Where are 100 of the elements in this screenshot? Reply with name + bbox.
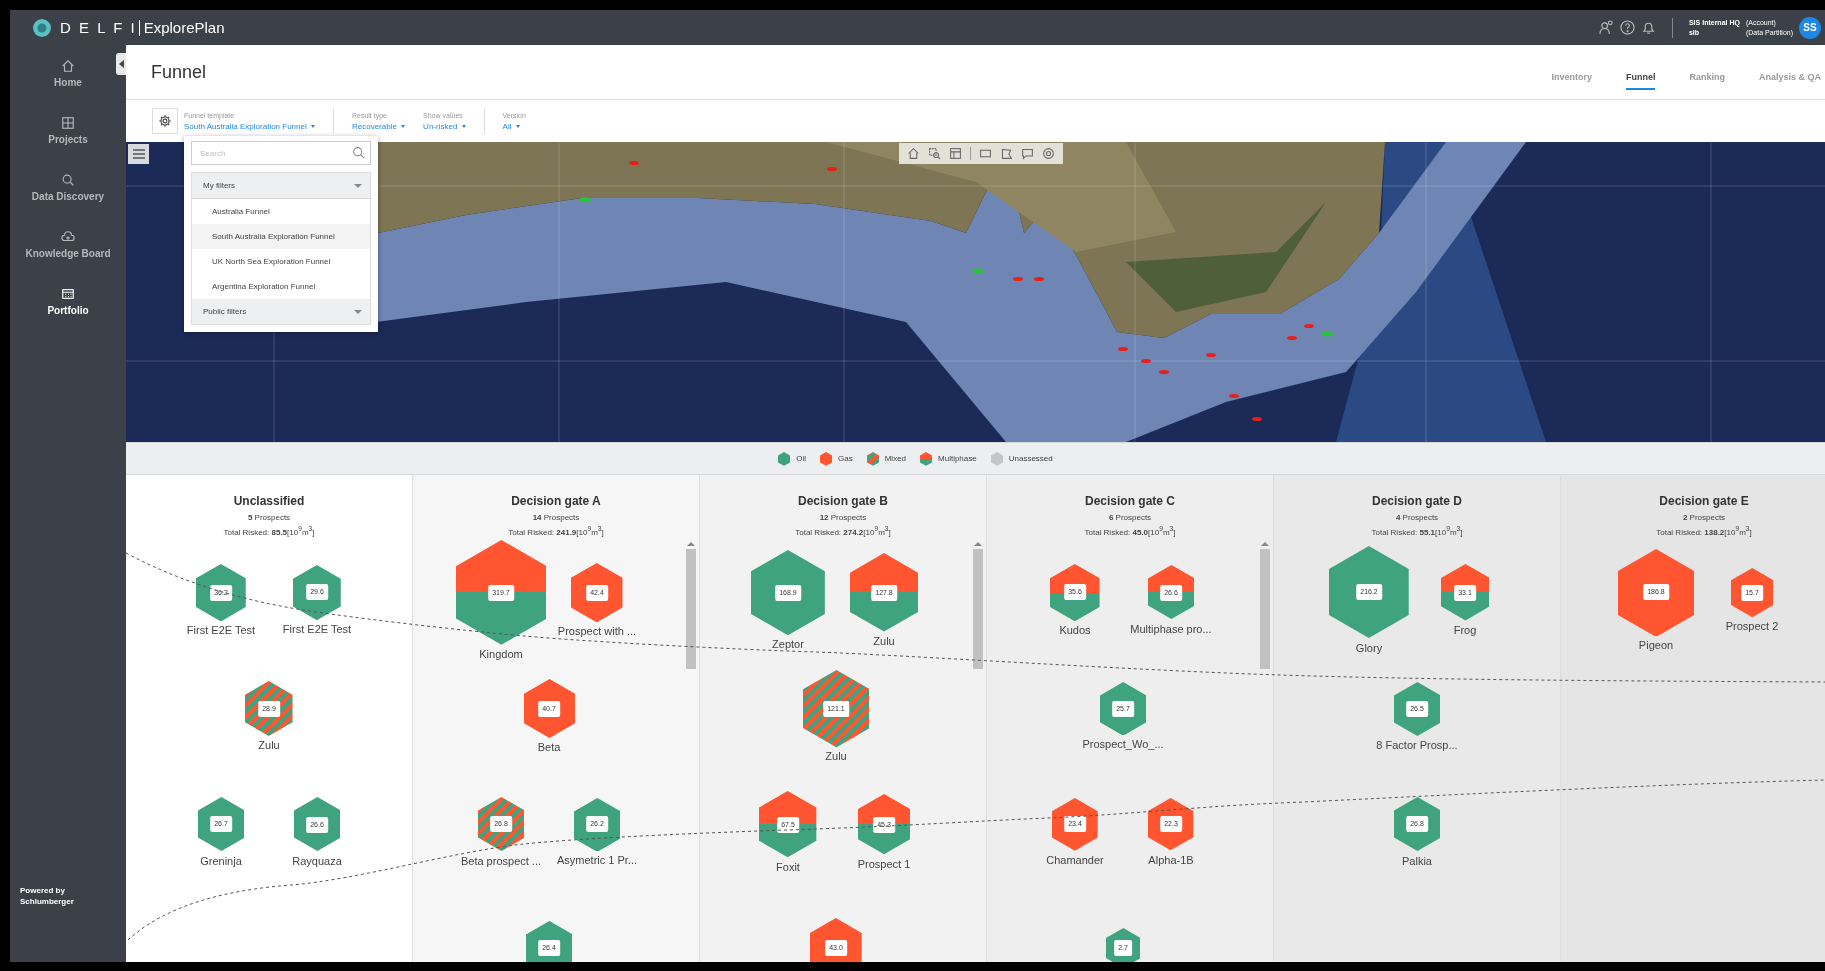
prospect-name: Chamander (1046, 853, 1104, 866)
prospect-name: Greninja (200, 854, 242, 867)
prospect-name: Prospect 1 (857, 857, 911, 870)
filter-group-header[interactable]: My filters (192, 173, 370, 199)
prospect-name: 8 Factor Prosp... (1376, 738, 1458, 751)
prospect-name: Zulu (825, 750, 847, 763)
sidebar-item[interactable]: Home (54, 59, 82, 116)
bell-icon[interactable] (1640, 20, 1656, 35)
column-title: Decision gate E (1659, 494, 1749, 508)
prospect-hexagon[interactable] (751, 549, 825, 636)
prospect-name: Alpha-1B (1148, 853, 1194, 866)
legend-label: Mixed (884, 454, 907, 463)
tab[interactable]: Analysis & QA (1758, 64, 1821, 90)
prospect-hexagon[interactable] (850, 553, 918, 632)
prospect-name: Beta (537, 740, 561, 753)
scrollbar-thumb[interactable] (1260, 549, 1270, 669)
search-field[interactable]: Search (191, 141, 371, 165)
prospect-name: Palkia (1402, 854, 1432, 867)
total-risked: Total Risked: 274.2[10$^{9}$m$^{3}$] (795, 525, 891, 537)
prospect-name: Multiphase pro... (1130, 622, 1212, 635)
target-icon[interactable] (1042, 147, 1055, 160)
powered-by-text: Powered by Schlumberger (20, 885, 75, 907)
prospect-count: 6 Prospects (1108, 513, 1152, 522)
prospect-count: 4 Prospects (1395, 513, 1439, 522)
prospect-name: Prospect 2 (1725, 620, 1779, 633)
hexagon-icon (990, 451, 1003, 466)
prospect-name: First E2E Test (186, 624, 256, 637)
tab[interactable]: Funnel (1625, 64, 1656, 90)
home-icon (61, 59, 75, 73)
column-title: Unclassified (233, 494, 305, 508)
logo-icon (32, 17, 52, 38)
product-name: ExplorePlan (143, 19, 225, 36)
sidebar-item[interactable]: Knowledge Board (25, 230, 111, 287)
prospect-name: Rayquaza (292, 854, 342, 867)
rectangle-icon[interactable] (979, 147, 992, 160)
prospect-count: 5 Prospects (247, 513, 291, 522)
zoom-icon[interactable] (928, 147, 941, 160)
sidebar-item[interactable]: Portfolio (47, 287, 89, 344)
table-icon (61, 287, 75, 301)
grid-icon (61, 116, 75, 130)
home-icon[interactable] (907, 147, 920, 160)
tab[interactable]: Ranking (1689, 64, 1725, 90)
prospect-name: Glory (1355, 641, 1383, 654)
column-title: Decision gate C (1085, 494, 1175, 508)
total-risked: Total Risked: 138.2[10$^{9}$m$^{3}$] (1656, 525, 1752, 537)
scrollbar-thumb[interactable] (973, 549, 983, 669)
prospect-name: Frog (1453, 623, 1477, 636)
layers-icon[interactable] (949, 147, 962, 160)
scrollbar-thumb[interactable] (686, 549, 696, 669)
prospect-hexagon[interactable] (1329, 546, 1409, 639)
sidebar-item[interactable]: Data Discovery (31, 173, 105, 230)
search-icon (61, 173, 75, 187)
prospect-hexagon[interactable] (802, 669, 870, 748)
prospect-name: Kudos (1059, 624, 1091, 637)
filter-group-header[interactable]: Public filters (192, 299, 370, 324)
hexagon-icon (820, 451, 832, 466)
cloud-icon (61, 230, 75, 244)
filter-menu-item[interactable]: UK North Sea Exploration Funnel (192, 249, 370, 274)
total-risked: Total Risked: 45.0[10$^{9}$m$^{3}$] (1084, 525, 1176, 537)
total-risked: Total Risked: 55.1[10$^{9}$m$^{3}$] (1371, 525, 1463, 537)
legend-label: Gas (838, 454, 853, 463)
menu-button[interactable] (128, 144, 149, 164)
settings-icon (158, 114, 172, 128)
help-icon[interactable] (1619, 20, 1635, 35)
prospect-name: Prospect with ... (557, 625, 637, 638)
filter-menu-item[interactable]: Argentina Exploration Funnel (192, 274, 370, 299)
hexagon-icon (920, 451, 933, 466)
people-icon[interactable] (1598, 20, 1614, 35)
prospect-name: Zulu (258, 738, 280, 751)
total-risked: Total Risked: 85.5[10$^{9}$m$^{3}$] (223, 525, 315, 537)
caret-icon (118, 60, 124, 68)
tab[interactable]: Inventory (1551, 64, 1592, 90)
prospect-count: 2 Prospects (1682, 513, 1726, 522)
prospect-name: Zulu (873, 634, 895, 647)
polygon-icon[interactable] (1000, 147, 1013, 160)
prospect-hexagon[interactable] (810, 918, 862, 962)
prospect-name: Foxit (776, 860, 800, 873)
collapse-button[interactable] (116, 53, 126, 75)
prospect-hexagon[interactable] (1617, 548, 1695, 637)
prospect-name: Pigeon (1638, 639, 1674, 652)
prospect-name: Zeptor (772, 638, 804, 651)
filter-menu-item[interactable]: Australia Funnel (192, 199, 370, 224)
settings-button[interactable] (152, 108, 178, 134)
prospect-hexagon[interactable] (759, 791, 817, 858)
hexagon-icon (778, 451, 791, 466)
prospect-hexagon[interactable] (455, 540, 547, 645)
user-avatar[interactable]: SS (1799, 16, 1821, 39)
search-icon (352, 146, 365, 159)
prospect-name: Beta prospect ... (460, 854, 542, 867)
prospect-count: 14 Prospects (532, 513, 580, 522)
menu-icon (132, 149, 145, 159)
comment-icon[interactable] (1021, 147, 1034, 160)
total-risked: Total Risked: 241.9[10$^{9}$m$^{3}$] (508, 525, 604, 537)
prospect-name: Prospect_Wo_... (1082, 738, 1164, 751)
page-title: Funnel (151, 61, 207, 83)
legend-label: Unassessed (1008, 454, 1053, 463)
filter-menu-item[interactable]: South Australia Exploration Funnel (192, 224, 370, 249)
sidebar-item[interactable]: Projects (48, 116, 88, 173)
column-title: Decision gate D (1372, 494, 1462, 508)
prospect-count: 12 Prospects (819, 513, 867, 522)
